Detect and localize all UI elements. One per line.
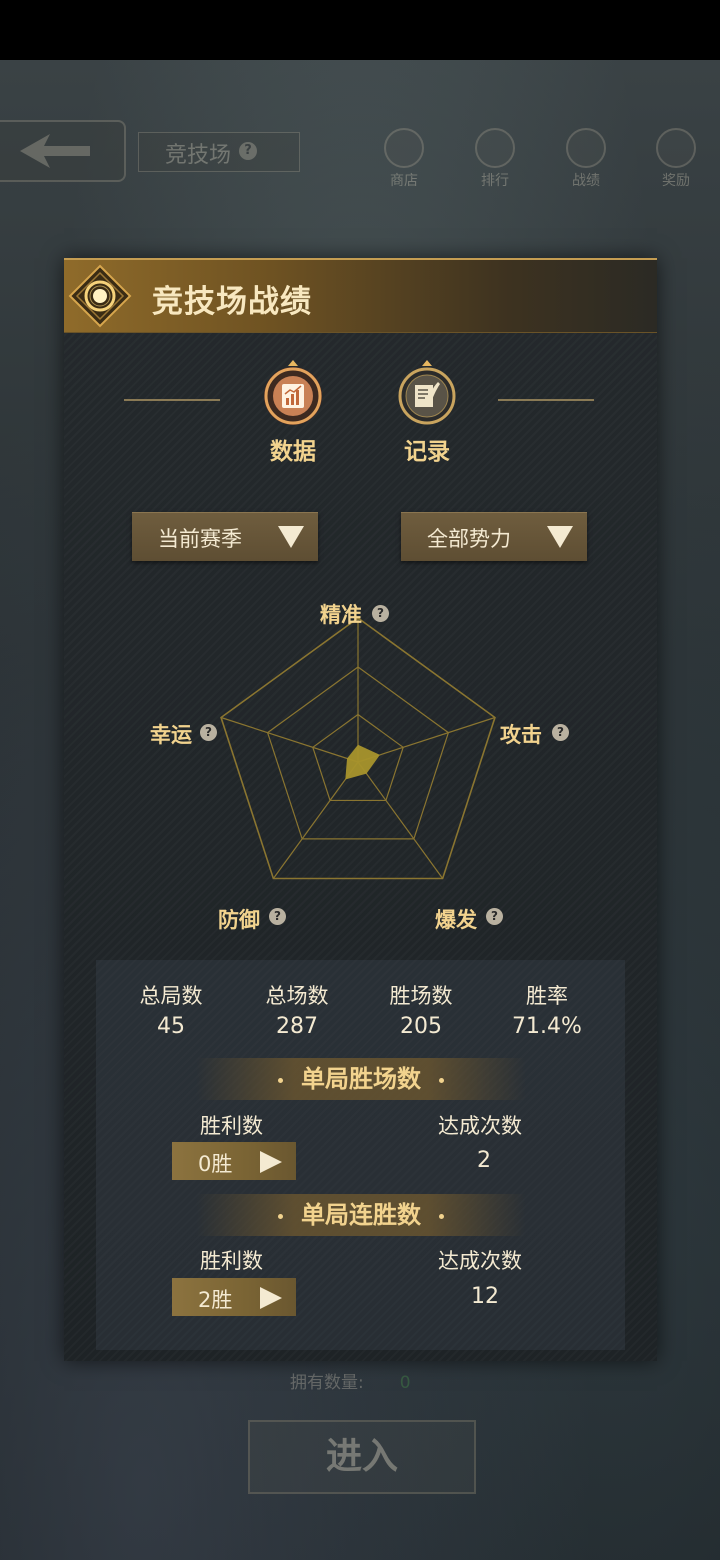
status-bar xyxy=(0,0,720,60)
single-wins-col-wins: 胜利数 xyxy=(200,1114,263,1138)
single-wins-title: 单局胜场数 xyxy=(301,1065,421,1093)
stat-value: 205 xyxy=(400,1014,442,1039)
burst-help-icon[interactable]: ? xyxy=(486,908,503,925)
streak-col-wins: 胜利数 xyxy=(200,1249,263,1273)
stat-value: 287 xyxy=(276,1014,318,1039)
record-shield-icon xyxy=(566,128,606,168)
single-wins-value: 0胜 xyxy=(198,1152,233,1176)
shop-icon xyxy=(384,128,424,168)
stat-name: 总局数 xyxy=(139,984,203,1008)
play-arrow-icon xyxy=(260,1287,282,1309)
single-wins-selector[interactable]: 0胜 xyxy=(172,1142,296,1180)
arena-top-bar: 竞技场 ? 商店 排行 战绩 奖励 xyxy=(0,118,720,190)
nav-record-label: 战绩 xyxy=(572,173,600,189)
stat-name: 总场数 xyxy=(265,984,329,1008)
radar-axis-line xyxy=(357,761,444,879)
streak-banner: 单局连胜数 xyxy=(196,1194,526,1236)
radar-label-defense: 防御 xyxy=(218,908,260,932)
arena-title: 竞技场 xyxy=(165,143,232,168)
streak-count: 12 xyxy=(471,1284,499,1309)
nav-reward-label: 奖励 xyxy=(662,173,690,189)
radar-label-attack: 攻击 xyxy=(500,723,542,747)
stat-total-games: 总局数 45 xyxy=(116,980,226,1039)
radar-label-precision: 精准 xyxy=(320,603,362,627)
nav-record[interactable]: 战绩 xyxy=(556,128,616,190)
reward-icon xyxy=(656,128,696,168)
streak-title: 单局连胜数 xyxy=(301,1201,421,1229)
enter-button[interactable]: 进入 xyxy=(248,1420,476,1494)
arena-help-icon[interactable]: ? xyxy=(239,142,257,160)
stat-name: 胜场数 xyxy=(389,984,453,1008)
stat-win-rate: 胜率 71.4% xyxy=(492,980,602,1039)
owned-count: 拥有数量: 0 xyxy=(290,1368,411,1393)
nav-ranking-label: 排行 xyxy=(481,173,509,189)
arena-title-box: 竞技场 ? xyxy=(138,132,300,172)
stats-box: 总局数 45 总场数 287 胜场数 205 胜率 71.4% 单局胜场数 胜利… xyxy=(96,960,625,1350)
back-button[interactable] xyxy=(0,120,126,182)
single-wins-col-count: 达成次数 xyxy=(438,1114,522,1138)
nav-shop-label: 商店 xyxy=(390,173,418,189)
radar-axis-line xyxy=(220,716,359,763)
attack-help-icon[interactable]: ? xyxy=(552,724,569,741)
stat-name: 胜率 xyxy=(526,984,568,1008)
back-arrow-icon xyxy=(20,134,90,168)
streak-selector[interactable]: 2胜 xyxy=(172,1278,296,1316)
precision-help-icon[interactable]: ? xyxy=(372,605,389,622)
owned-value: 0 xyxy=(399,1373,411,1393)
nav-shop[interactable]: 商店 xyxy=(374,128,434,190)
radar-label-burst: 爆发 xyxy=(435,908,477,932)
stat-total-matches: 总场数 287 xyxy=(242,980,352,1039)
stat-value: 45 xyxy=(157,1014,185,1039)
luck-help-icon[interactable]: ? xyxy=(200,724,217,741)
owned-label: 拥有数量: xyxy=(290,1373,364,1393)
trophy-icon xyxy=(475,128,515,168)
defense-help-icon[interactable]: ? xyxy=(269,908,286,925)
nav-reward[interactable]: 奖励 xyxy=(646,128,706,190)
streak-value: 2胜 xyxy=(198,1288,233,1312)
radar-value-area xyxy=(345,744,380,780)
play-arrow-icon xyxy=(260,1151,282,1173)
nav-ranking[interactable]: 排行 xyxy=(465,128,525,190)
streak-col-count: 达成次数 xyxy=(438,1249,522,1273)
enter-button-label: 进入 xyxy=(325,1436,398,1477)
radar-label-luck: 幸运 xyxy=(150,723,192,747)
single-wins-count: 2 xyxy=(477,1148,491,1173)
single-wins-banner: 单局胜场数 xyxy=(196,1058,526,1100)
stat-wins: 胜场数 205 xyxy=(366,980,476,1039)
arena-record-panel: 竞技场战绩 数据 记录 当前赛季 全部势力 精准 ? 攻击 ? 爆发 ? 防御 … xyxy=(64,258,657,1361)
stat-value: 71.4% xyxy=(512,1014,582,1039)
